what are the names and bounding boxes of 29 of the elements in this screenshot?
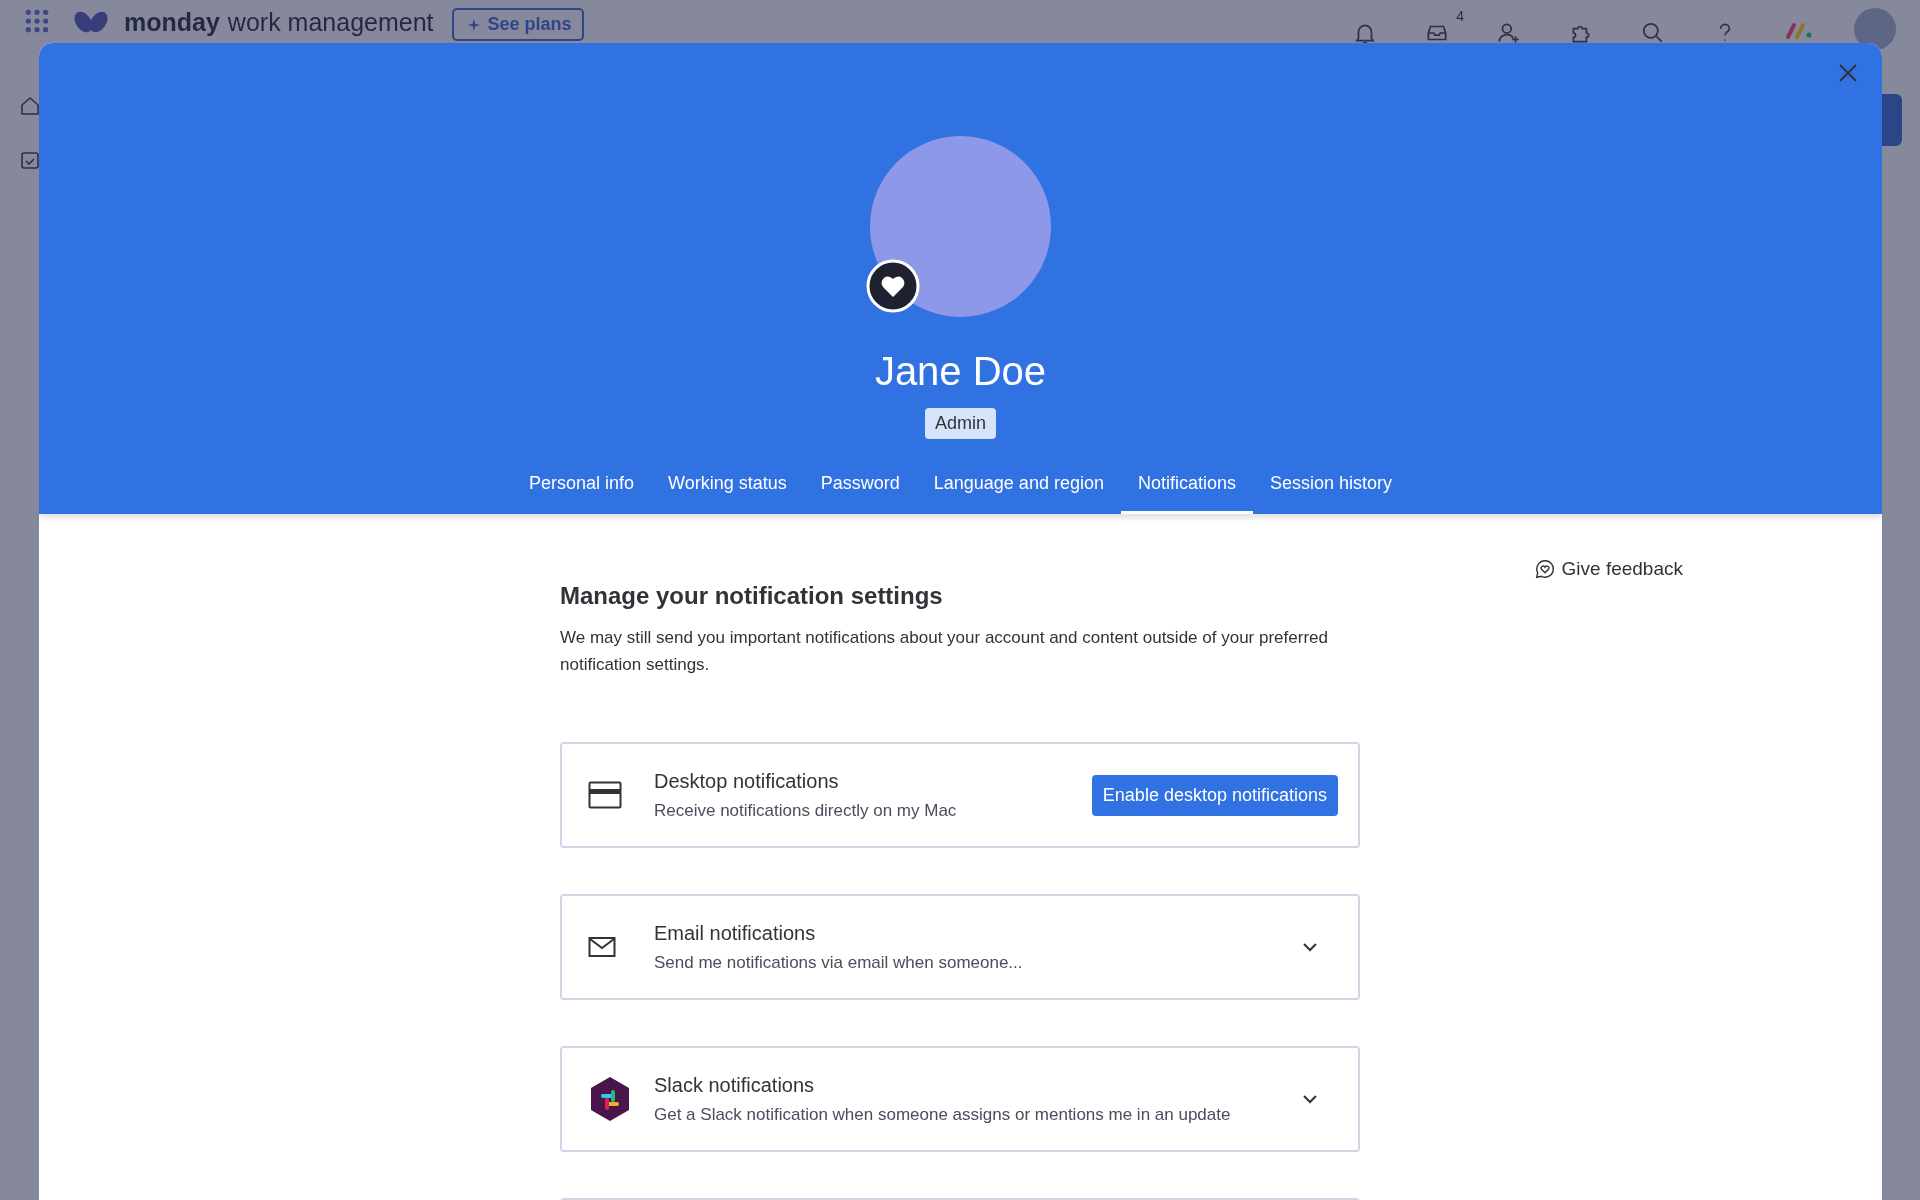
browser-window-icon (588, 781, 622, 809)
profile-tab[interactable]: Notifications (1120, 461, 1253, 514)
user-name: Jane Doe (874, 349, 1047, 394)
hexagon-logo-icon (588, 1075, 632, 1123)
section-description: We may still send you important notifications about your account and content outside of your preferred notification settings. (560, 627, 1329, 676)
heart-bubble-icon (1533, 558, 1556, 580)
home-icon[interactable] (18, 94, 42, 118)
envelope-icon (588, 936, 616, 958)
see-plans-button[interactable]: See plans (451, 8, 584, 41)
profile-tab[interactable]: Password (803, 461, 917, 514)
give-feedback-link[interactable]: Give feedback (1533, 558, 1683, 580)
section-title: Manage your notification settings (560, 582, 944, 610)
apps-grid-icon[interactable] (24, 8, 50, 34)
card-subtitle: Send me notifications via email when someone... (654, 952, 1024, 973)
card-title: Desktop notifications (654, 769, 840, 793)
profile-tab[interactable]: Session history (1253, 461, 1410, 514)
role-tag: Admin (925, 408, 996, 439)
profile-tab[interactable]: Working status (651, 461, 804, 514)
inbox-count: 4 (1456, 8, 1464, 24)
card-subtitle: Get a Slack notification when someone assigns or mentions me in an update (654, 1104, 1232, 1125)
product-subtitle: work management (227, 8, 434, 36)
enable-desktop-button[interactable]: Enable desktop notifications (1091, 774, 1338, 816)
card-subtitle: Receive notifications directly on my Mac (654, 800, 958, 821)
card-title: Slack notifications (654, 1073, 816, 1097)
card-title: Email notifications (654, 921, 817, 945)
product-name: monday (124, 8, 220, 36)
brand-marks-icon (1784, 20, 1814, 40)
profile-tab[interactable]: Personal info (511, 461, 652, 514)
profile-tab[interactable]: Language and region (916, 461, 1121, 514)
